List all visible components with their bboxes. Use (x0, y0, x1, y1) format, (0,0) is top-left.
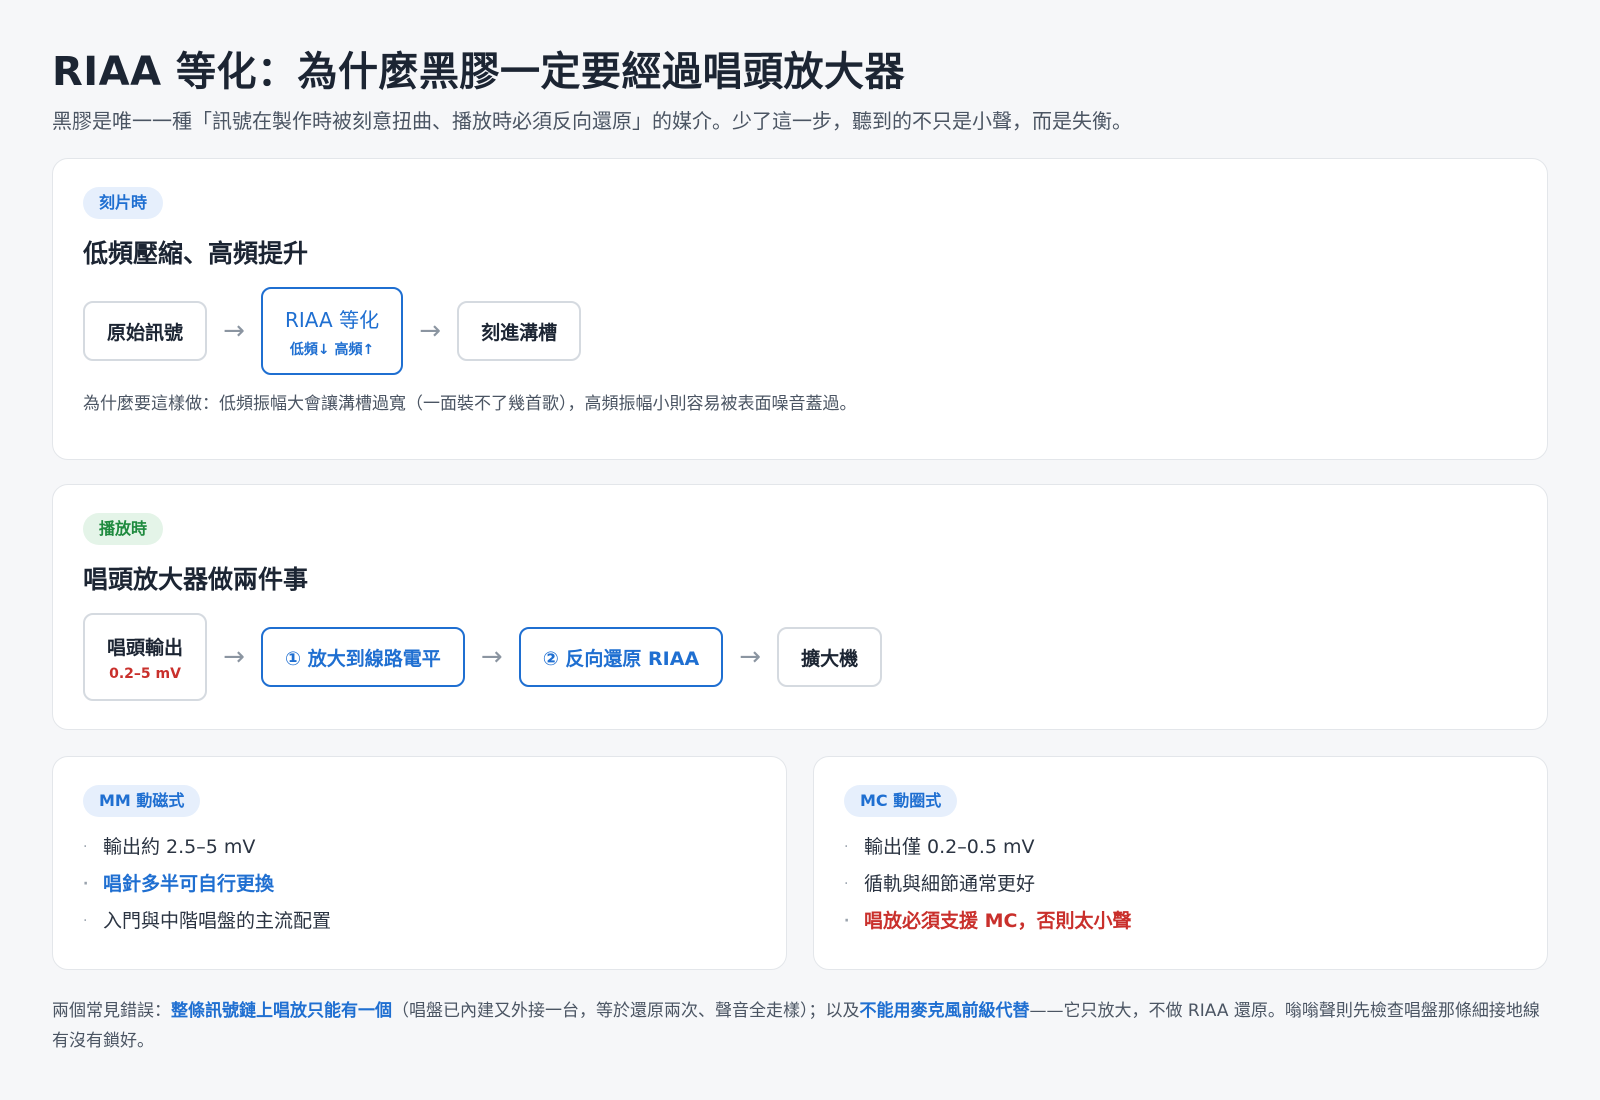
bullet-icon: · (83, 876, 89, 892)
playback-flow: 唱頭輸出 0.2–5 mV → ① 放大到線路電平 → ② 反向還原 RIAA … (83, 613, 1517, 701)
bullet-icon: · (83, 839, 88, 855)
page-subtitle: 黑膠是唯一一種「訊號在製作時被刻意扭曲、播放時必須反向還原」的媒介。少了這一步，… (52, 109, 1132, 133)
bullet-icon: · (844, 913, 850, 929)
flow-box-riaa-label: RIAA 等化 (285, 307, 380, 332)
playback-card: 播放時 唱頭放大器做兩件事 唱頭輸出 0.2–5 mV → ① 放大到線路電平 … (52, 484, 1548, 730)
flow-box-riaa-sub: 低頻↓ 高頻↑ (289, 341, 375, 358)
playback-pill: 播放時 (83, 513, 164, 545)
cutting-pill: 刻片時 (83, 187, 164, 219)
arrow-right-icon: → (739, 642, 762, 672)
cartridge-compare-row: MM 動磁式 · 輸出約 2.5–5 mV · 唱針多半可自行更換 · 入門與中階唱盤… (52, 756, 1548, 970)
footer-note: 兩個常見錯誤：整條訊號鏈上唱放只能有一個（唱盤已內建又外接一台，等於還原兩次、聲… (52, 1001, 1540, 1051)
page: RIAA 等化：為什麼黑膠一定要經過唱頭放大器 黑膠是唯一一種「訊號在製作時被刻… (0, 0, 1600, 1056)
flow-box-amplifier: 擴大機 (777, 627, 883, 687)
mc-pill: MC 動圈式 (844, 785, 958, 817)
list-item: · 循軌與細節通常更好 (844, 866, 1517, 903)
cutting-heading: 低頻壓縮、高頻提升 (83, 239, 309, 268)
mm-pill: MM 動磁式 (83, 785, 201, 817)
list-item: · 輸出僅 0.2–0.5 mV (844, 829, 1517, 866)
page-title: RIAA 等化：為什麼黑膠一定要經過唱頭放大器 (52, 49, 906, 95)
list-item: · 輸出約 2.5–5 mV (83, 829, 756, 866)
arrow-right-icon: → (480, 642, 503, 672)
flow-box-cartridge-label: 唱頭輸出 (107, 636, 184, 659)
playback-heading: 唱頭放大器做兩件事 (83, 565, 309, 594)
bullet-icon: · (83, 913, 88, 929)
flow-box-riaa: RIAA 等化 低頻↓ 高頻↑ (261, 287, 404, 375)
arrow-right-icon: → (419, 316, 441, 346)
cutting-note: 為什麼要這樣做：低頻振幅大會讓溝槽過寬（一面裝不了幾首歌），高頻振幅小則容易被表… (83, 394, 857, 414)
footer-emphasis-1: 整條訊號鏈上唱放只能有一個 (171, 1001, 392, 1021)
bullet-icon: · (844, 839, 849, 855)
flow-box-reverse-riaa: ② 反向還原 RIAA (518, 627, 724, 687)
mm-card: MM 動磁式 · 輸出約 2.5–5 mV · 唱針多半可自行更換 · 入門與中階唱盤… (52, 756, 787, 970)
arrow-right-icon: → (223, 642, 245, 672)
mm-list: · 輸出約 2.5–5 mV · 唱針多半可自行更換 · 入門與中階唱盤的主流配置 (83, 829, 756, 940)
arrow-right-icon: → (223, 316, 245, 346)
flow-box-cartridge-sub: 0.2–5 mV (109, 665, 181, 682)
cutting-card: 刻片時 低頻壓縮、高頻提升 原始訊號 → RIAA 等化 低頻↓ 高頻↑ → 刻… (52, 158, 1548, 460)
mc-list: · 輸出僅 0.2–0.5 mV · 循軌與細節通常更好 · 唱放必須支援 MC，否則… (844, 829, 1517, 940)
list-item: · 唱放必須支援 MC，否則太小聲 (844, 903, 1517, 940)
flow-box-groove: 刻進溝槽 (457, 301, 582, 361)
mc-card: MC 動圈式 · 輸出僅 0.2–0.5 mV · 循軌與細節通常更好 · 唱放必須支… (813, 756, 1548, 970)
bullet-icon: · (844, 876, 849, 892)
list-item: · 唱針多半可自行更換 (83, 866, 756, 903)
cutting-flow: 原始訊號 → RIAA 等化 低頻↓ 高頻↑ → 刻進溝槽 (83, 287, 1517, 375)
flow-box-amplify: ① 放大到線路電平 (261, 627, 465, 687)
flow-box-cartridge: 唱頭輸出 0.2–5 mV (83, 613, 208, 701)
flow-box-source: 原始訊號 (83, 301, 208, 361)
footer-emphasis-2: 不能用麥克風前級代替 (859, 1001, 1030, 1021)
list-item: · 入門與中階唱盤的主流配置 (83, 903, 756, 940)
